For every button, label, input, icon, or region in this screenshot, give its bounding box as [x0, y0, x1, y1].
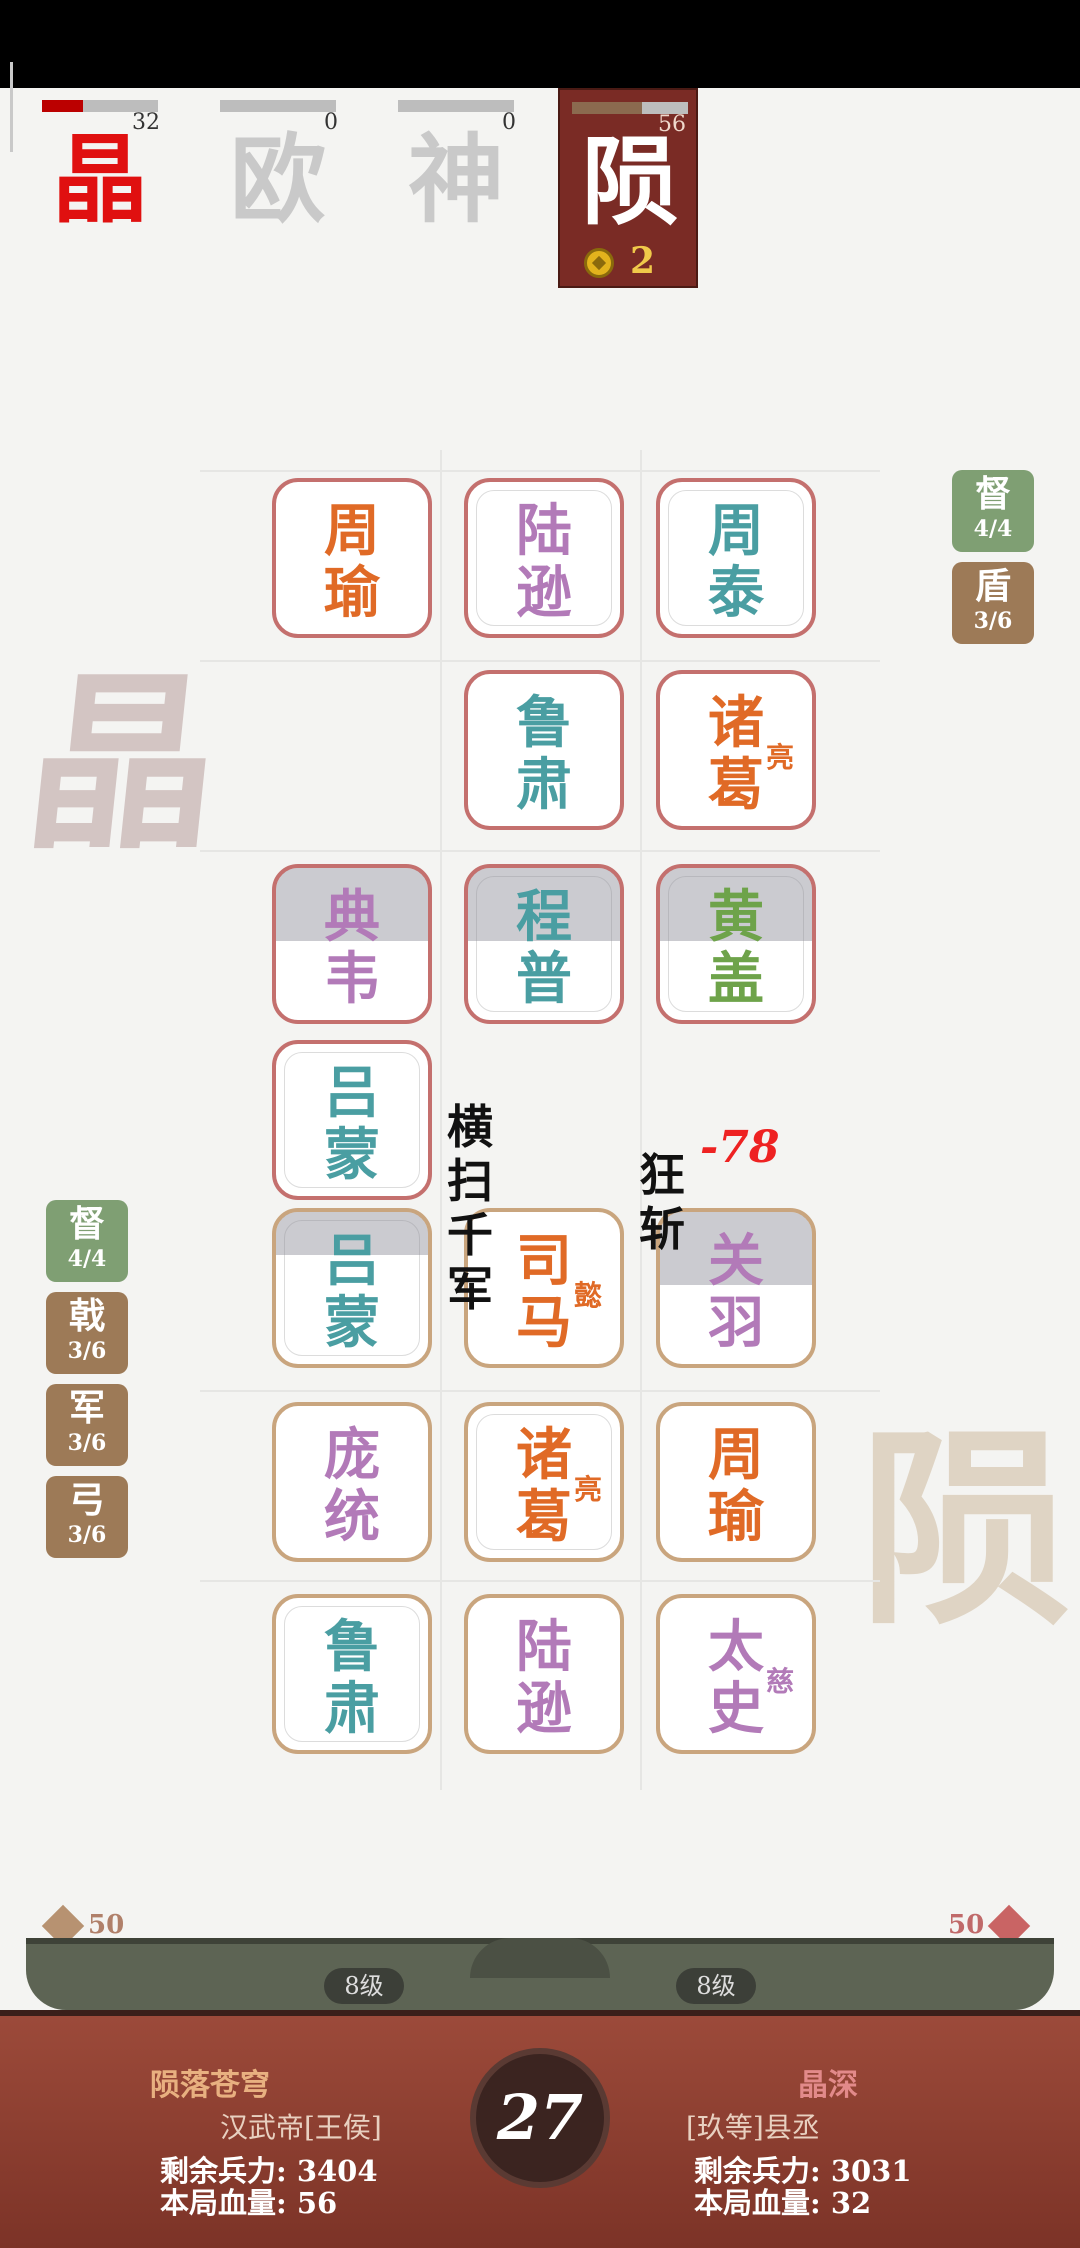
player-glyph: 欧	[230, 123, 326, 236]
own-watermark: 陨	[860, 1406, 1071, 1653]
enemy-player-name: 晶深	[798, 2068, 858, 2103]
enemy-unit-card[interactable]: 周泰	[656, 478, 816, 638]
player-glyph: 晶	[52, 123, 148, 236]
enemy-bond-badge[interactable]: 盾 3/6	[952, 562, 1034, 644]
hp-fill	[572, 102, 642, 114]
enemy-level: 8级	[676, 1968, 756, 2004]
enemy-unit-card[interactable]: 程普	[464, 864, 624, 1024]
player-slot-1[interactable]: 32 晶	[30, 88, 170, 288]
hp-fill	[42, 100, 83, 112]
enemy-watermark: 晶	[16, 652, 231, 875]
unit-name: 周泰	[708, 498, 764, 626]
damage-number: -78	[700, 1122, 780, 1173]
round-timer: 27	[470, 2048, 610, 2188]
enemy-player-title: [玖等]县丞	[686, 2111, 820, 2144]
badge-char: 盾	[974, 565, 1011, 607]
edge-indicator	[10, 62, 13, 152]
own-player-name: 陨落苍穹	[150, 2068, 270, 2103]
unit-name: 典韦	[324, 884, 380, 1012]
player-slot-4-active[interactable]: 56 陨 2	[558, 88, 698, 288]
unit-suffix: 慈	[765, 1665, 794, 1698]
enemy-unit-card[interactable]: 诸葛 亮	[656, 670, 816, 830]
unit-name: 鲁肃	[516, 690, 572, 818]
unit-name: 周瑜	[708, 1422, 764, 1550]
grid-line	[200, 470, 880, 472]
grid-line	[200, 1390, 880, 1392]
own-bond-badge[interactable]: 军 3/6	[46, 1384, 128, 1466]
status-bar	[0, 0, 1080, 88]
badge-char: 弓	[68, 1479, 105, 1521]
unit-suffix: 亮	[765, 741, 794, 774]
coin-icon	[584, 248, 614, 278]
enemy-unit-card[interactable]: 黄盖	[656, 864, 816, 1024]
badge-char: 督	[974, 473, 1011, 515]
own-unit-card[interactable]: 诸葛 亮	[464, 1402, 624, 1562]
badge-count: 3/6	[67, 1338, 107, 1364]
own-round-hp: 本局血量: 56	[160, 2186, 338, 2220]
own-unit-card[interactable]: 陆逊	[464, 1594, 624, 1754]
unit-name: 鲁肃	[324, 1614, 380, 1742]
unit-name: 陆逊	[516, 498, 572, 626]
skill-text-sweep: 横扫千军	[447, 1100, 493, 1316]
player-slot-2[interactable]: 0 欧	[208, 88, 348, 288]
unit-name: 吕蒙	[324, 1060, 380, 1188]
unit-name: 黄盖	[708, 884, 764, 1012]
unit-suffix: 亮	[573, 1473, 602, 1506]
hp-bar	[220, 100, 336, 112]
enemy-unit-card[interactable]: 鲁肃	[464, 670, 624, 830]
coin-count: 2	[630, 240, 656, 282]
enemy-bond-badge[interactable]: 督 4/4	[952, 470, 1034, 552]
own-unit-card[interactable]: 太史 慈	[656, 1594, 816, 1754]
enemy-unit-card[interactable]: 陆逊	[464, 478, 624, 638]
unit-name: 周瑜	[324, 498, 380, 626]
badge-count: 3/6	[67, 1430, 107, 1456]
own-bond-badge[interactable]: 弓 3/6	[46, 1476, 128, 1558]
badge-count: 4/4	[67, 1246, 107, 1272]
badge-char: 督	[68, 1203, 105, 1245]
enemy-unit-card[interactable]: 吕蒙	[272, 1040, 432, 1200]
hp-bar	[398, 100, 514, 112]
unit-name: 庞统	[324, 1422, 380, 1550]
player-slot-3[interactable]: 0 神	[386, 88, 526, 288]
player-glyph: 神	[408, 123, 504, 236]
grid-line	[200, 660, 880, 662]
own-unit-card[interactable]: 庞统	[272, 1402, 432, 1562]
badge-count: 3/6	[973, 608, 1013, 634]
own-unit-card[interactable]: 鲁肃	[272, 1594, 432, 1754]
own-level: 8级	[324, 1968, 404, 2004]
own-bond-badge[interactable]: 督 4/4	[46, 1200, 128, 1282]
badge-count: 4/4	[973, 516, 1013, 542]
enemy-round-hp: 本局血量: 32	[694, 2186, 872, 2220]
grid-line	[640, 450, 642, 1790]
own-unit-card[interactable]: 周瑜	[656, 1402, 816, 1562]
own-unit-card[interactable]: 吕蒙	[272, 1208, 432, 1368]
enemy-cost: 50	[948, 1904, 1034, 1948]
badge-char: 军	[68, 1387, 105, 1429]
enemy-unit-card[interactable]: 周瑜	[272, 478, 432, 638]
player-glyph: 陨	[582, 125, 678, 238]
badge-count: 3/6	[67, 1522, 107, 1548]
own-bond-badge[interactable]: 戟 3/6	[46, 1292, 128, 1374]
badge-char: 戟	[68, 1295, 105, 1337]
skill-text-slash: 狂斩	[639, 1148, 685, 1256]
unit-name: 程普	[516, 884, 572, 1012]
grid-line	[200, 1580, 880, 1582]
unit-suffix: 懿	[573, 1279, 602, 1312]
roof-peak	[470, 1938, 610, 1978]
unit-name: 吕蒙	[324, 1228, 380, 1356]
own-player-title: 汉武帝[王侯]	[220, 2111, 382, 2144]
own-cost: 50	[38, 1904, 124, 1948]
unit-name: 陆逊	[516, 1614, 572, 1742]
grid-line	[200, 850, 880, 852]
enemy-unit-card[interactable]: 典韦	[272, 864, 432, 1024]
